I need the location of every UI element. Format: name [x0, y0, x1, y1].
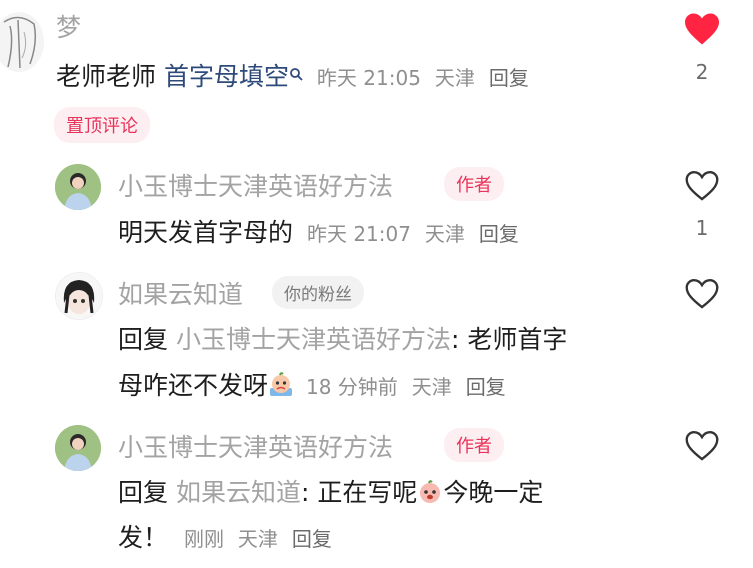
sketch-avatar-image — [3, 16, 37, 69]
main-like-count: 2 — [695, 60, 709, 84]
reply-2-body-1: 老师首字 — [459, 325, 568, 354]
reply-3-username[interactable]: 小玉博士天津英语好方法 — [118, 428, 393, 464]
reply-2-mention[interactable]: 小玉博士天津英语好方法 — [176, 325, 451, 354]
reply-2-prefix: 回复 — [118, 325, 169, 354]
main-comment-location: 天津 — [434, 66, 475, 90]
reply-1-like-count: 1 — [695, 216, 709, 240]
reply-2-location: 天津 — [411, 375, 452, 399]
avatar-reply-2[interactable] — [55, 272, 103, 320]
reply-3-reply-button[interactable]: 回复 — [292, 527, 332, 551]
heart-outline-icon[interactable] — [684, 170, 720, 206]
reply-2-body-2: 母咋还不发呀 — [118, 371, 269, 400]
reply-2-reply-button[interactable]: 回复 — [466, 375, 506, 399]
main-reply-button[interactable]: 回复 — [489, 66, 529, 90]
avatar-anime-image — [56, 273, 102, 319]
reply-3-prefix: 回复 — [118, 478, 169, 507]
reply-3-body-1b: 今晚一定 — [443, 478, 544, 507]
avatar-photo — [55, 164, 101, 210]
search-link[interactable]: 首字母填空 — [164, 62, 289, 91]
author-badge: 作者 — [444, 428, 504, 462]
reply-1-username[interactable]: 小玉博士天津英语好方法 — [118, 167, 393, 203]
main-comment-time: 昨天 21:05 — [316, 66, 421, 90]
crying-emoji-icon — [268, 372, 294, 398]
avatar-main[interactable] — [0, 12, 44, 72]
pinned-badge: 置顶评论 — [54, 107, 150, 143]
heart-outline-icon[interactable] — [684, 430, 720, 466]
avatar-photo — [55, 425, 101, 471]
reply-2-text-line-1: 回复 小玉博士天津英语好方法: 老师首字 — [118, 320, 567, 356]
main-username[interactable]: 梦 — [56, 8, 81, 44]
author-badge: 作者 — [444, 167, 504, 201]
reply-3-mention[interactable]: 如果云知道 — [176, 478, 301, 507]
reply-3-time: 刚刚 — [183, 527, 224, 551]
reply-3-body-1a: 正在写呢 — [309, 478, 418, 507]
reply-3-location: 天津 — [237, 527, 278, 551]
reply-1-body: 明天发首字母的 — [118, 218, 294, 247]
reply-1-time: 昨天 21:07 — [306, 222, 411, 246]
heart-outline-icon[interactable] — [684, 278, 720, 314]
shy-emoji-icon — [417, 479, 443, 505]
reply-2-username[interactable]: 如果云知道 — [118, 275, 243, 311]
reply-2-text-line-2: 母咋还不发呀 18 分钟前 天津 回复 — [118, 366, 506, 402]
reply-1-location: 天津 — [424, 222, 465, 246]
heart-filled-icon[interactable] — [683, 12, 721, 50]
reply-1-reply-button[interactable]: 回复 — [479, 222, 519, 246]
reply-2-time: 18 分钟前 — [305, 375, 398, 399]
reply-1-text: 明天发首字母的 昨天 21:07 天津 回复 — [118, 213, 519, 249]
main-comment-prefix: 老师老师 — [56, 62, 164, 91]
main-comment-text: 老师老师 首字母填空 昨天 21:05 天津 回复 — [56, 57, 529, 93]
reply-3-body-2: 发！ — [118, 523, 169, 552]
reply-3-text-line-1: 回复 如果云知道: 正在写呢 今晚一定 — [118, 473, 543, 509]
avatar-reply-1[interactable] — [55, 164, 101, 210]
reply-3-text-line-2: 发！ 刚刚 天津 回复 — [118, 518, 332, 554]
search-icon[interactable] — [289, 58, 303, 81]
avatar-reply-3[interactable] — [55, 425, 101, 471]
fan-badge: 你的粉丝 — [272, 276, 364, 309]
